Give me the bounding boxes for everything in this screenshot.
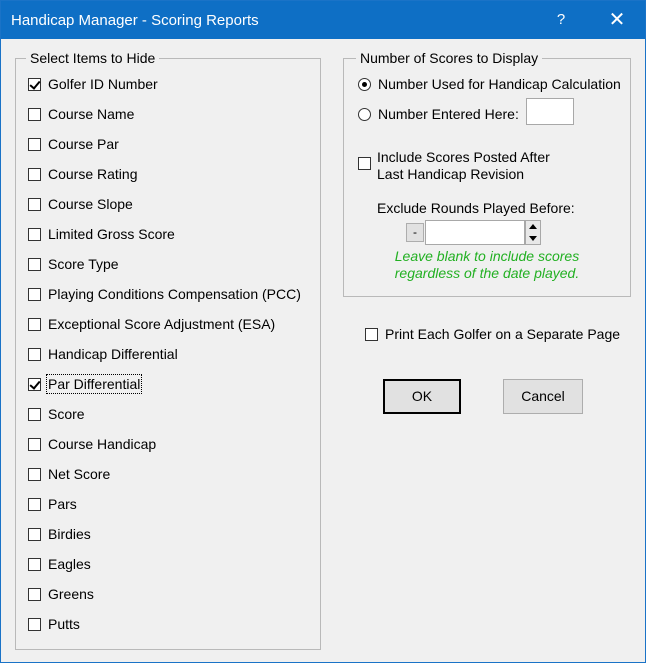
number-entered-input[interactable]	[526, 98, 574, 125]
scores-display-legend: Number of Scores to Display	[356, 50, 543, 66]
hide-item-checkbox[interactable]	[28, 107, 41, 121]
hide-item-row[interactable]: Handicap Differential	[28, 344, 178, 364]
include-posted-box[interactable]	[358, 156, 371, 170]
close-icon[interactable]: ✕	[599, 7, 635, 33]
hide-item-row[interactable]: Golfer ID Number	[28, 74, 158, 94]
hide-item-checkbox[interactable]	[28, 197, 41, 211]
print-separate-box[interactable]	[365, 327, 378, 341]
hide-item-row[interactable]: Birdies	[28, 524, 91, 544]
hide-item-label: Pars	[48, 496, 77, 512]
hide-item-row[interactable]: Course Slope	[28, 194, 133, 214]
hide-item-row[interactable]: Exceptional Score Adjustment (ESA)	[28, 314, 275, 334]
ok-button[interactable]: OK	[383, 379, 461, 414]
hide-item-checkbox[interactable]	[28, 527, 41, 541]
hide-item-label: Eagles	[48, 556, 91, 572]
radio-number-entered-label: Number Entered Here:	[378, 106, 519, 122]
include-posted-line1: Include Scores Posted After	[377, 149, 550, 165]
hide-item-row[interactable]: Course Handicap	[28, 434, 156, 454]
hide-item-label: Course Rating	[48, 166, 138, 182]
radio-handicap-calc-indicator[interactable]	[358, 77, 371, 91]
hide-item-row[interactable]: Pars	[28, 494, 77, 514]
hide-item-checkbox[interactable]	[28, 257, 41, 271]
hide-item-checkbox[interactable]	[28, 167, 41, 181]
hide-item-label: Playing Conditions Compensation (PCC)	[48, 286, 301, 302]
include-posted-checkbox[interactable]	[358, 153, 371, 173]
hide-item-label: Golfer ID Number	[48, 76, 158, 92]
hide-item-checkbox[interactable]	[28, 437, 41, 451]
hide-item-label: Limited Gross Score	[48, 226, 175, 242]
exclude-rounds-label: Exclude Rounds Played Before:	[377, 200, 575, 216]
hide-item-label: Birdies	[48, 526, 91, 542]
hide-item-checkbox[interactable]	[28, 227, 41, 241]
hide-item-label: Course Slope	[48, 196, 133, 212]
hide-item-checkbox[interactable]	[28, 587, 41, 601]
spin-down-icon[interactable]	[526, 233, 540, 244]
date-spinner[interactable]	[525, 220, 541, 245]
hide-item-row[interactable]: Course Name	[28, 104, 134, 124]
hide-item-row[interactable]: Playing Conditions Compensation (PCC)	[28, 284, 301, 304]
hide-item-checkbox[interactable]	[28, 347, 41, 361]
hide-items-legend: Select Items to Hide	[26, 50, 160, 66]
title-bar[interactable]: Handicap Manager - Scoring Reports ? ✕	[1, 1, 645, 39]
hide-item-label: Exceptional Score Adjustment (ESA)	[48, 316, 276, 332]
hide-item-checkbox[interactable]	[28, 377, 41, 391]
hide-item-label: Score Type	[48, 256, 119, 272]
hide-item-checkbox[interactable]	[28, 497, 41, 511]
hide-item-checkbox[interactable]	[28, 287, 41, 301]
hide-item-row[interactable]: Par Differential	[28, 374, 143, 394]
hide-item-checkbox[interactable]	[28, 77, 41, 91]
hide-item-row[interactable]: Score Type	[28, 254, 119, 274]
radio-number-entered[interactable]: Number Entered Here:	[358, 104, 519, 124]
radio-handicap-calc[interactable]: Number Used for Handicap Calculation	[358, 74, 621, 94]
hide-item-label: Course Name	[48, 106, 135, 122]
window-title: Handicap Manager - Scoring Reports	[11, 12, 259, 29]
hide-item-checkbox[interactable]	[28, 467, 41, 481]
hide-item-checkbox[interactable]	[28, 557, 41, 571]
hide-item-row[interactable]: Limited Gross Score	[28, 224, 175, 244]
print-separate-label: Print Each Golfer on a Separate Page	[385, 326, 621, 342]
hide-item-row[interactable]: Eagles	[28, 554, 91, 574]
include-posted-line2: Last Handicap Revision	[377, 166, 525, 182]
hide-item-row[interactable]: Score	[28, 404, 85, 424]
hide-item-row[interactable]: Course Par	[28, 134, 119, 154]
hide-item-checkbox[interactable]	[28, 617, 41, 631]
hide-item-label: Course Par	[48, 136, 119, 152]
help-icon[interactable]: ?	[551, 11, 571, 28]
hide-item-label: Handicap Differential	[48, 346, 178, 362]
date-clear-button[interactable]: -	[406, 223, 424, 242]
print-separate-checkbox[interactable]: Print Each Golfer on a Separate Page	[365, 324, 620, 344]
exclude-date-input[interactable]	[425, 220, 525, 245]
date-hint-line2: regardless of the date played.	[394, 265, 580, 281]
hide-item-label: Score	[48, 406, 85, 422]
hide-item-label: Course Handicap	[48, 436, 157, 452]
hide-item-label: Putts	[48, 616, 80, 632]
hide-item-row[interactable]: Greens	[28, 584, 94, 604]
date-hint-line1: Leave blank to include scores	[394, 248, 580, 264]
hide-item-checkbox[interactable]	[28, 317, 41, 331]
spin-up-icon[interactable]	[526, 221, 540, 232]
hide-item-row[interactable]: Course Rating	[28, 164, 138, 184]
include-posted-label: Include Scores Posted After Last Handica…	[377, 149, 550, 183]
date-hint-text: Leave blank to include scores regardless…	[346, 248, 628, 282]
hide-item-row[interactable]: Putts	[28, 614, 80, 634]
hide-item-label: Par Differential	[45, 374, 143, 394]
hide-item-label: Greens	[48, 586, 94, 602]
hide-item-label: Net Score	[48, 466, 111, 482]
dialog-window: Handicap Manager - Scoring Reports ? ✕ S…	[0, 0, 646, 663]
hide-item-checkbox[interactable]	[28, 137, 41, 151]
cancel-button[interactable]: Cancel	[503, 379, 583, 414]
radio-handicap-calc-label: Number Used for Handicap Calculation	[378, 76, 621, 92]
hide-item-row[interactable]: Net Score	[28, 464, 110, 484]
radio-number-entered-indicator[interactable]	[358, 107, 371, 121]
hide-item-checkbox[interactable]	[28, 407, 41, 421]
